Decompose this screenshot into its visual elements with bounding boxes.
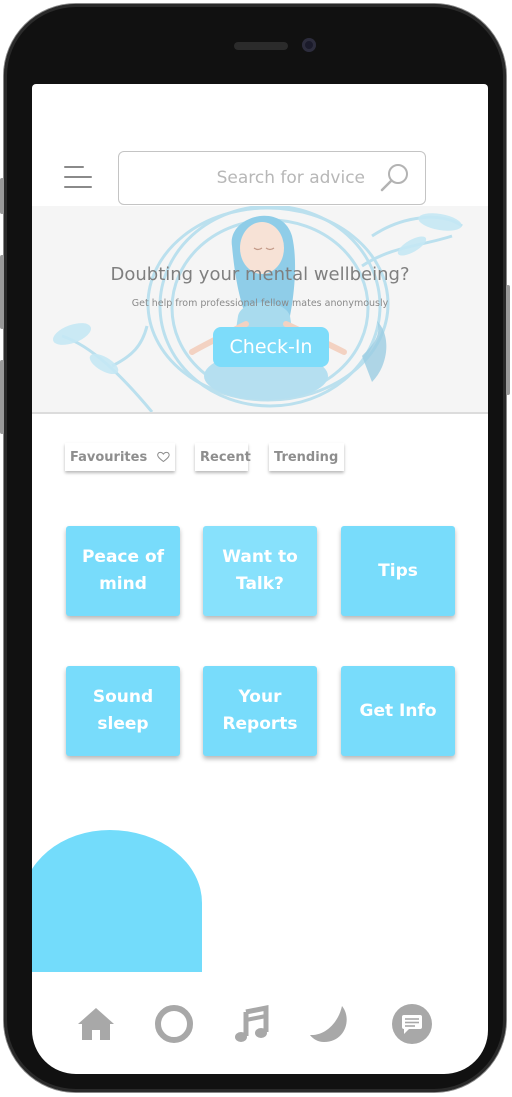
music-icon[interactable] [230, 1002, 274, 1046]
moon-icon[interactable] [308, 1002, 352, 1046]
filter-trending[interactable]: Trending [269, 443, 344, 471]
filter-favourites[interactable]: Favourites [65, 443, 175, 471]
circle-icon[interactable] [152, 1002, 196, 1046]
filter-favourites-label: Favourites [70, 449, 148, 465]
power-button [506, 285, 510, 395]
search-input[interactable] [129, 160, 367, 196]
speaker-grille [234, 42, 288, 50]
tile-want-to-talk[interactable]: Want to Talk? [203, 526, 317, 616]
filter-trending-label: Trending [274, 449, 339, 465]
check-in-button[interactable]: Check-In [213, 327, 329, 367]
heart-icon [157, 451, 170, 463]
hero-title: Doubting your mental wellbeing? [110, 264, 410, 285]
decorative-blob [32, 830, 202, 972]
mute-switch [0, 178, 4, 214]
meditation-illustration [52, 206, 463, 412]
tile-tips[interactable]: Tips [341, 526, 455, 616]
search-icon[interactable] [379, 162, 411, 194]
tile-your-reports[interactable]: Your Reports [203, 666, 317, 756]
hero-subtitle: Get help from professional fellow mates … [131, 298, 389, 309]
filter-recent[interactable]: Recent [195, 443, 251, 471]
phone-frame: Doubting your mental wellbeing? Get help… [4, 4, 506, 1092]
volume-up-button [0, 255, 4, 329]
app-screen: Doubting your mental wellbeing? Get help… [32, 84, 488, 1074]
menu-icon[interactable] [64, 166, 92, 190]
tile-get-info[interactable]: Get Info [341, 666, 455, 756]
front-camera [302, 38, 316, 52]
filter-recent-label: Recent [200, 449, 251, 465]
home-icon[interactable] [74, 1002, 118, 1046]
volume-down-button [0, 360, 4, 434]
hero-banner: Doubting your mental wellbeing? Get help… [32, 206, 488, 414]
tile-sound-sleep[interactable]: Sound sleep [66, 666, 180, 756]
tile-peace-of-mind[interactable]: Peace of mind [66, 526, 180, 616]
search-bar[interactable] [118, 151, 426, 205]
chat-icon[interactable] [390, 1002, 434, 1046]
